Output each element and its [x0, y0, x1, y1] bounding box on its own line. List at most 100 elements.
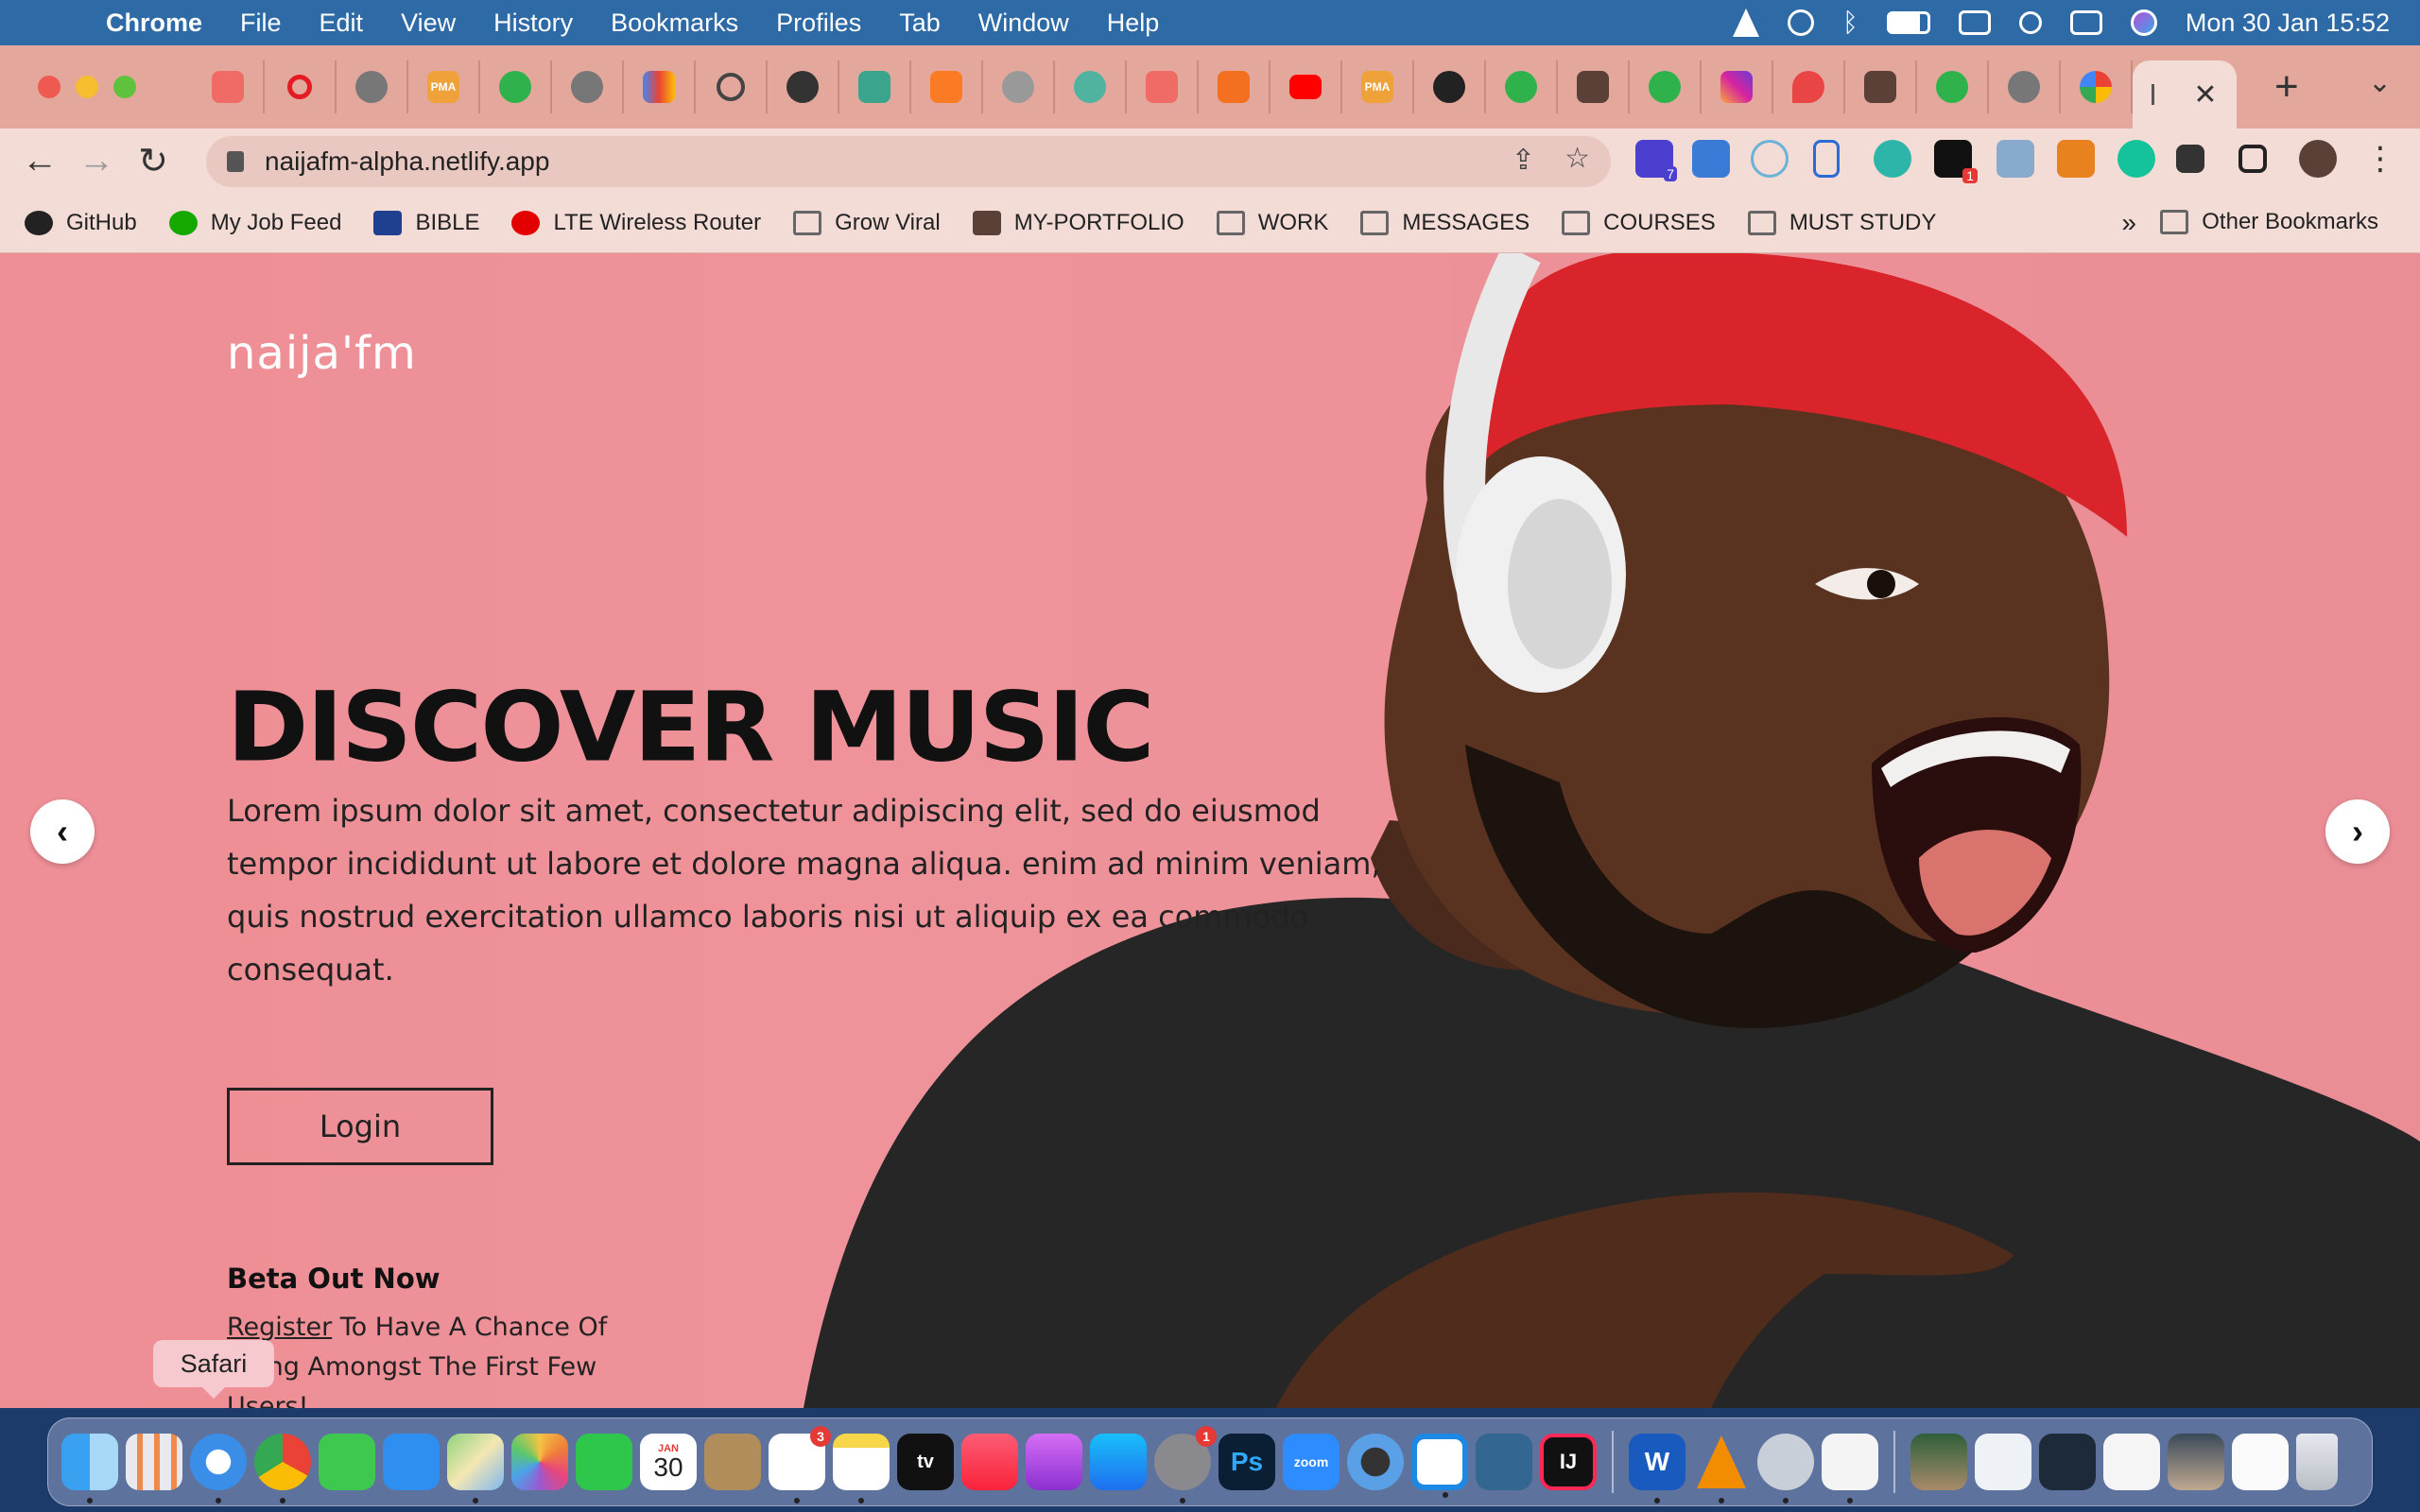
- new-tab-button[interactable]: +: [2274, 63, 2299, 111]
- address-bar[interactable]: naijafm-alpha.netlify.app ⇪ ☆: [206, 136, 1611, 187]
- eyedropper-icon[interactable]: [1996, 140, 2034, 178]
- menu-app-chrome[interactable]: Chrome: [106, 9, 202, 38]
- dock-facetime[interactable]: [576, 1434, 632, 1490]
- extensions-puzzle-icon[interactable]: [2176, 145, 2204, 173]
- dock-textedit[interactable]: [1822, 1434, 1878, 1503]
- dock-maps[interactable]: [447, 1434, 504, 1503]
- extension-purple-icon[interactable]: 7: [1635, 140, 1677, 181]
- dock-zoom[interactable]: zoom: [1283, 1434, 1340, 1490]
- tab-youtube[interactable]: [1270, 60, 1342, 113]
- play-status-icon[interactable]: [1788, 9, 1815, 36]
- tab-play-3[interactable]: [1630, 60, 1702, 113]
- bookmark-courses[interactable]: COURSES: [1562, 210, 1716, 236]
- extension-fi-icon[interactable]: [1692, 140, 1730, 178]
- tab-openai[interactable]: [1055, 60, 1127, 113]
- dock-vlc[interactable]: [1693, 1434, 1750, 1503]
- menu-bookmarks[interactable]: Bookmarks: [611, 9, 738, 38]
- control-center-icon[interactable]: [2069, 10, 2102, 35]
- minimize-window-icon[interactable]: [76, 76, 98, 98]
- url-text[interactable]: naijafm-alpha.netlify.app: [265, 146, 549, 177]
- dock-minimized-window-2[interactable]: [1975, 1434, 2031, 1490]
- dock-safari[interactable]: [190, 1434, 247, 1503]
- back-button[interactable]: ←: [11, 141, 68, 181]
- chrome-menu-icon[interactable]: ⋮: [2361, 140, 2399, 178]
- dock-app-store[interactable]: [1090, 1434, 1147, 1490]
- lock-icon[interactable]: [227, 151, 244, 172]
- spotlight-search-icon[interactable]: [2018, 11, 2042, 34]
- bookmark-my-job-feed[interactable]: My Job Feed: [168, 210, 341, 236]
- profile-avatar[interactable]: [2299, 140, 2337, 178]
- bookmark-messages[interactable]: MESSAGES: [1360, 210, 1530, 236]
- vlc-status-icon[interactable]: [1733, 9, 1760, 37]
- tab-layers[interactable]: [839, 60, 911, 113]
- tab-play-2[interactable]: [1486, 60, 1558, 113]
- tab-play-1[interactable]: [480, 60, 552, 113]
- tab-settings[interactable]: [768, 60, 839, 113]
- tab-active-naijafm[interactable]: ✕: [2133, 60, 2237, 129]
- bookmark-grow-viral[interactable]: Grow Viral: [793, 210, 941, 236]
- menu-profiles[interactable]: Profiles: [776, 9, 861, 38]
- carousel-prev-button[interactable]: ‹: [30, 799, 95, 864]
- naijafm-logo[interactable]: naija'fm: [227, 327, 417, 380]
- dock-intellij[interactable]: IJ: [1540, 1434, 1597, 1490]
- dock-minimized-window-6[interactable]: [2232, 1434, 2289, 1490]
- metamask-icon[interactable]: [2057, 140, 2095, 178]
- dock-messages[interactable]: [319, 1434, 375, 1490]
- dock-photos[interactable]: [511, 1434, 568, 1490]
- extension-doc-icon[interactable]: [1813, 140, 1840, 178]
- dock-mail[interactable]: [383, 1434, 440, 1490]
- menu-help[interactable]: Help: [1107, 9, 1160, 38]
- menu-tab[interactable]: Tab: [899, 9, 941, 38]
- screen-mirroring-icon[interactable]: [1958, 10, 1991, 35]
- dock-photoshop[interactable]: Ps: [1219, 1434, 1275, 1490]
- tab-profile-1[interactable]: [1558, 60, 1630, 113]
- menu-view[interactable]: View: [401, 9, 456, 38]
- bookmark-bible[interactable]: BIBLE: [373, 210, 479, 236]
- tab-xampp[interactable]: [911, 60, 983, 113]
- bookmarks-overflow-button[interactable]: »: [2121, 208, 2136, 238]
- dock-word[interactable]: W: [1629, 1434, 1685, 1503]
- reload-button[interactable]: ↻: [125, 140, 182, 182]
- carousel-next-button[interactable]: ›: [2325, 799, 2390, 864]
- dock-vscode[interactable]: [1411, 1434, 1468, 1498]
- grammarly-icon[interactable]: [2118, 140, 2155, 178]
- tab-globe-2[interactable]: [552, 60, 624, 113]
- menu-file[interactable]: File: [240, 9, 282, 38]
- bookmark-work[interactable]: WORK: [1216, 210, 1328, 236]
- tab-gmail[interactable]: [624, 60, 696, 113]
- bookmark-my-portfolio[interactable]: MY-PORTFOLIO: [972, 210, 1184, 236]
- menu-history[interactable]: History: [493, 9, 573, 38]
- register-link[interactable]: Register: [227, 1313, 332, 1342]
- dock-music[interactable]: [961, 1434, 1018, 1490]
- bookmark-other-bookmarks[interactable]: Other Bookmarks: [2160, 209, 2378, 235]
- dock-chrome[interactable]: [254, 1434, 311, 1503]
- zoom-window-icon[interactable]: [113, 76, 136, 98]
- dock-minimized-window-3[interactable]: [2039, 1434, 2096, 1490]
- tab-link[interactable]: [1199, 60, 1270, 113]
- dock-minimized-window-4[interactable]: [2103, 1434, 2160, 1490]
- close-tab-icon[interactable]: ✕: [2193, 78, 2217, 112]
- tab-laravel-2[interactable]: [1127, 60, 1199, 113]
- dock-notes[interactable]: [833, 1434, 890, 1503]
- tab-globe-4[interactable]: [1989, 60, 2061, 113]
- dock-podcasts[interactable]: [1026, 1434, 1082, 1490]
- extension-dark-icon[interactable]: 1: [1934, 140, 1978, 183]
- dock-calendar[interactable]: JAN 30: [640, 1434, 697, 1490]
- menubar-clock[interactable]: Mon 30 Jan 15:52: [2186, 9, 2390, 38]
- dock-system-settings-2[interactable]: [1757, 1434, 1814, 1503]
- share-icon[interactable]: ⇪: [1512, 144, 1535, 177]
- tab-phpmyadmin-1[interactable]: PMA: [408, 60, 480, 113]
- tab-globe-3[interactable]: [983, 60, 1055, 113]
- dock-quicktime[interactable]: [1347, 1434, 1404, 1490]
- bluetooth-icon[interactable]: ᛒ: [1842, 8, 1858, 38]
- dock-minimized-window-1[interactable]: [1910, 1434, 1967, 1490]
- react-devtools-icon[interactable]: [1751, 140, 1789, 178]
- dock-finder[interactable]: [61, 1434, 118, 1503]
- tab-profile-2[interactable]: [1845, 60, 1917, 113]
- bookmark-lte-router[interactable]: LTE Wireless Router: [511, 210, 761, 236]
- tab-play-4[interactable]: [1917, 60, 1989, 113]
- tab-laravel[interactable]: [193, 60, 265, 113]
- tab-history[interactable]: [696, 60, 768, 113]
- dock-apple-tv[interactable]: tv: [897, 1434, 954, 1490]
- side-panel-icon[interactable]: [2238, 145, 2267, 173]
